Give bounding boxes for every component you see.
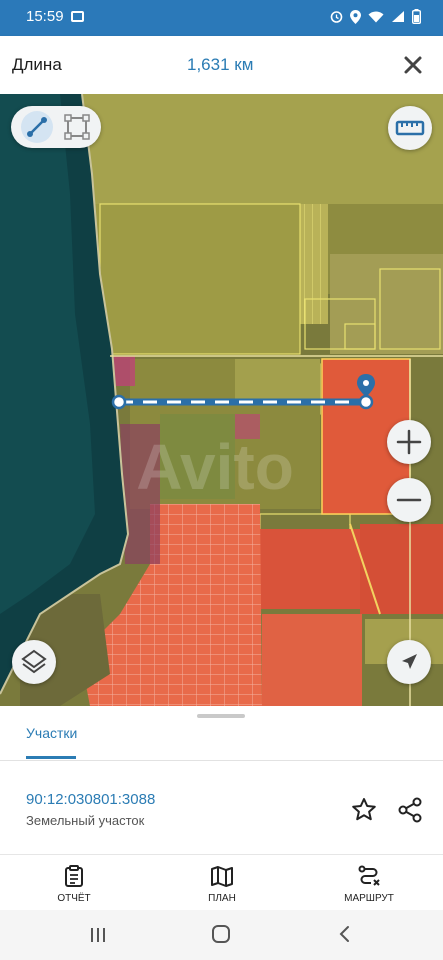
- location-icon: [350, 9, 361, 27]
- ruler-button[interactable]: [388, 106, 432, 150]
- status-time: 15:59: [26, 8, 64, 25]
- back-icon: [339, 926, 349, 942]
- signal-icon: [391, 10, 405, 26]
- map-icon: [211, 866, 233, 887]
- layers-button[interactable]: [12, 640, 56, 684]
- gallery-icon: [71, 11, 84, 22]
- nav-plan-label: ПЛАН: [208, 893, 236, 904]
- ruler-icon: [395, 120, 425, 136]
- satellite-map: Avito: [0, 94, 443, 706]
- wifi-icon: [368, 11, 384, 26]
- route-icon: [358, 865, 380, 886]
- recent-apps-icon: [91, 928, 105, 942]
- battery-icon: [411, 9, 421, 27]
- back-button[interactable]: [337, 925, 353, 948]
- avito-watermark: Avito: [136, 431, 294, 503]
- star-icon: [352, 798, 376, 821]
- share-icon: [398, 797, 422, 823]
- locate-icon: [402, 654, 417, 669]
- distance-value: 1,631 км: [187, 55, 254, 74]
- close-icon: [404, 56, 422, 74]
- parcel-cadastral-number[interactable]: 90:12:030801:3088: [26, 791, 155, 808]
- nav-route[interactable]: МАРШРУТ: [324, 855, 414, 911]
- system-navigation-bar: [0, 910, 443, 960]
- locate-button[interactable]: [387, 640, 431, 684]
- area-measure-icon: [64, 114, 90, 140]
- close-button[interactable]: [400, 52, 426, 78]
- drag-handle[interactable]: [197, 714, 245, 718]
- recent-apps-button[interactable]: [89, 926, 107, 949]
- zoom-in-icon: [396, 429, 422, 455]
- measure-mode-toggle: [11, 106, 101, 148]
- tab-indicator: [26, 756, 76, 759]
- alarm-icon: [330, 10, 343, 26]
- home-icon: [212, 925, 230, 943]
- clipboard-icon: [65, 865, 83, 887]
- bottom-navigation: ОТЧЁТ ПЛАН МАРШРУТ: [0, 854, 443, 911]
- layers-icon: [21, 649, 47, 674]
- measure-header: Длина 1,631 км: [0, 36, 443, 94]
- line-measure-button[interactable]: [21, 111, 53, 143]
- header-title: Длина: [12, 55, 62, 74]
- status-bar: 15:59: [0, 0, 443, 36]
- nav-plan[interactable]: ПЛАН: [177, 855, 267, 911]
- nav-report[interactable]: ОТЧЁТ: [29, 855, 119, 911]
- parcel-type: Земельный участок: [26, 813, 145, 828]
- nav-route-label: МАРШРУТ: [344, 893, 394, 904]
- tab-parcels[interactable]: Участки: [26, 725, 77, 741]
- zoom-out-button[interactable]: [387, 478, 431, 522]
- area-measure-button[interactable]: [61, 111, 93, 143]
- map-view[interactable]: Avito: [0, 94, 443, 706]
- zoom-out-icon: [396, 498, 422, 502]
- status-icons: [330, 9, 421, 27]
- zoom-in-button[interactable]: [387, 420, 431, 464]
- nav-report-label: ОТЧЁТ: [57, 893, 91, 904]
- favorite-button[interactable]: [349, 795, 379, 825]
- line-measure-icon: [27, 117, 47, 137]
- share-button[interactable]: [395, 795, 425, 825]
- home-button[interactable]: [211, 924, 231, 949]
